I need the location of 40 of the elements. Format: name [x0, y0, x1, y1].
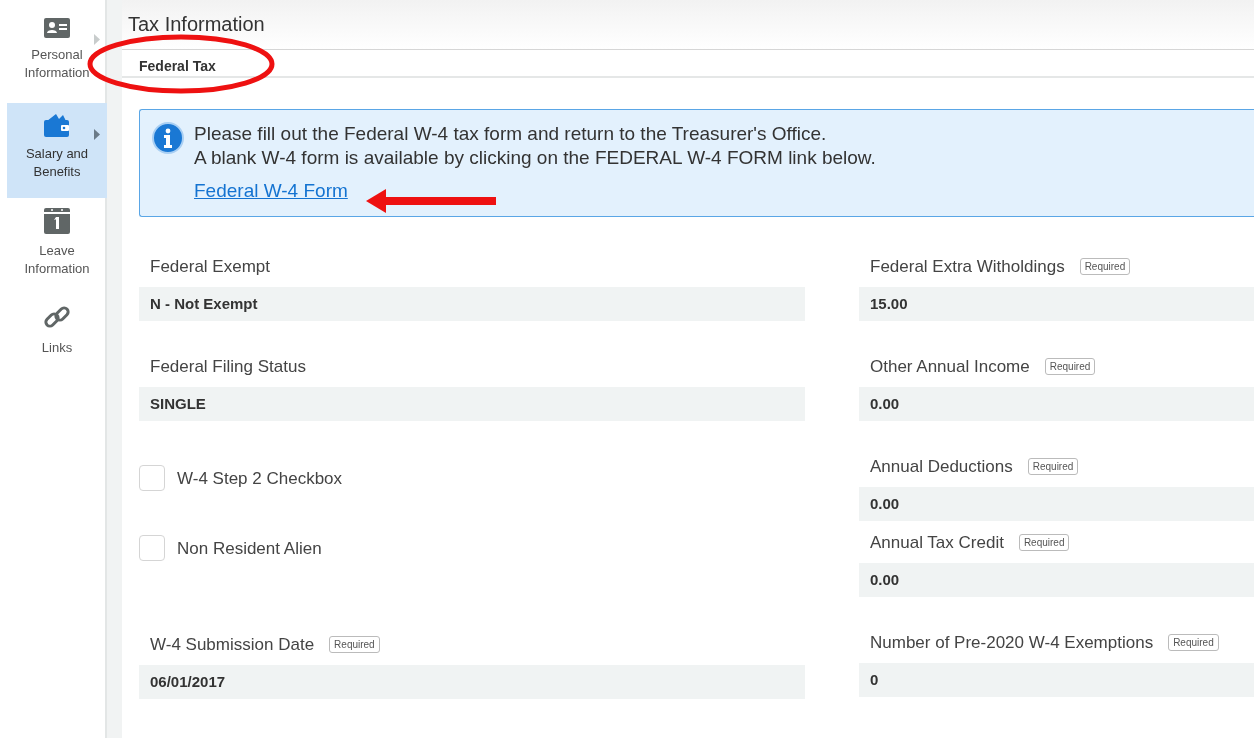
field-label: Number of Pre-2020 W-4 Exemptions: [870, 631, 1154, 654]
value-field: 0.00: [859, 563, 1254, 598]
field-label: Federal Filing Status: [150, 355, 306, 378]
value-field: N - Not Exempt: [139, 287, 805, 322]
field-label: Federal Extra Witholdings: [870, 255, 1065, 278]
sidebar-item[interactable]: Salary and Benefits: [7, 103, 107, 198]
notice-text: A blank W-4 form is available by clicking on the FEDERAL W-4 FORM link below.: [194, 145, 876, 170]
value-field: 0.00: [859, 387, 1254, 422]
required-tag: Required: [329, 635, 380, 653]
value-field: SINGLE: [139, 387, 805, 422]
chain-link-icon: [43, 303, 71, 331]
calendar-icon: [44, 208, 70, 234]
sidebar-item[interactable]: Leave Information: [7, 198, 107, 293]
value-field: 15.00: [859, 287, 1254, 322]
required-tag: Required: [1044, 357, 1096, 375]
required-tag: Required: [1027, 457, 1079, 475]
checkbox-label: Non Resident Alien: [177, 537, 322, 560]
sidebar-item[interactable]: Links: [7, 293, 107, 388]
checkbox[interactable]: [139, 535, 165, 562]
required-tag: Required: [1168, 633, 1219, 651]
w4-form-link[interactable]: Federal W-4 Form: [194, 178, 348, 203]
info-icon: [152, 122, 184, 154]
sidebar-item[interactable]: Personal Information: [7, 8, 107, 103]
section-title: Federal Tax: [122, 50, 1254, 78]
field-label: Annual Tax Credit: [870, 531, 1004, 554]
notice-text: Please fill out the Federal W-4 tax form and return to the Treasurer's Office.: [194, 122, 828, 146]
checkbox-label: W-4 Step 2 Checkbox: [177, 467, 343, 490]
wallet-icon: [44, 113, 70, 137]
field-label: Other Annual Income: [870, 355, 1030, 378]
field-label: W-4 Submission Date: [150, 633, 315, 656]
required-tag: Required: [1018, 533, 1070, 551]
field-label: Federal Exempt: [150, 255, 270, 278]
page-title: Tax Information: [122, 0, 1254, 50]
required-tag: Required: [1079, 257, 1131, 275]
checkbox[interactable]: [139, 465, 165, 492]
value-field: 0.00: [859, 487, 1254, 522]
value-field: 0: [859, 663, 1254, 698]
field-label: Annual Deductions: [870, 455, 1013, 478]
value-field: 06/01/2017: [139, 665, 805, 700]
id-card-icon: [44, 18, 70, 38]
